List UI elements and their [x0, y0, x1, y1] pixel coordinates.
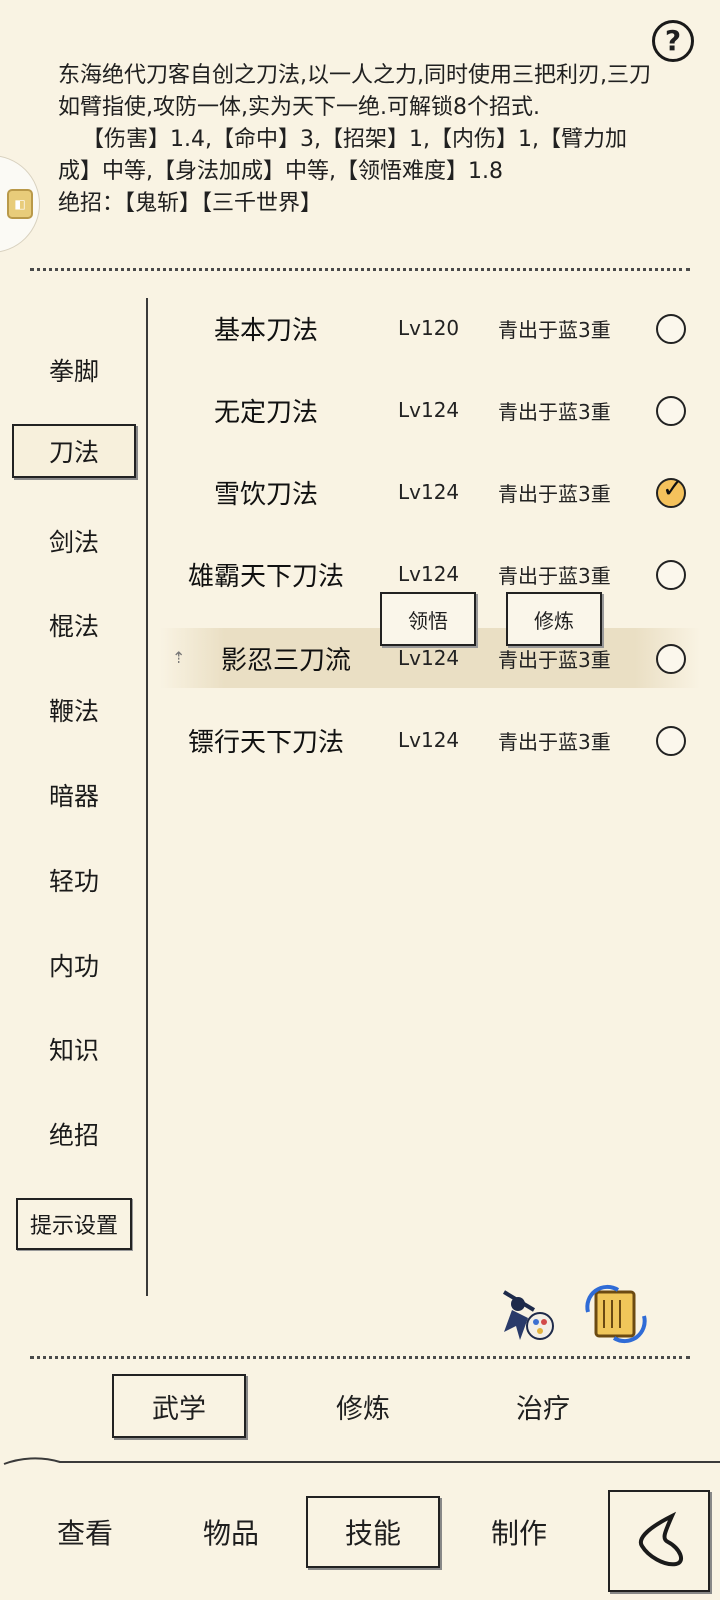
column-divider — [146, 298, 148, 1296]
skill-radio[interactable] — [656, 560, 686, 590]
hint-settings-button[interactable]: 提示设置 — [16, 1198, 132, 1250]
category-knowledge[interactable]: 知识 — [12, 1022, 136, 1076]
middle-divider — [30, 1356, 690, 1359]
checkmark-icon: ✓ — [662, 474, 684, 504]
category-blade[interactable]: 刀法 — [12, 424, 136, 478]
subtab-martial[interactable]: 武学 — [112, 1374, 246, 1438]
category-lightness[interactable]: 轻功 — [12, 853, 136, 907]
skill-radio[interactable] — [656, 726, 686, 756]
skill-rank: 青出于蓝3重 — [498, 317, 611, 342]
subtab-training[interactable]: 修炼 — [296, 1374, 430, 1438]
description-intro: 东海绝代刀客自创之刀法,以一人之力,同时使用三把利刃,三刀如臂指使,攻防一体,实… — [58, 63, 651, 120]
skill-rank: 青出于蓝3重 — [498, 481, 611, 506]
category-hidden-weapon[interactable]: 暗器 — [12, 768, 136, 822]
train-button[interactable]: 修炼 — [506, 592, 602, 646]
back-button[interactable] — [608, 1490, 710, 1592]
category-ultimate[interactable]: 绝招 — [12, 1107, 136, 1161]
ultimate-label: 绝招： — [58, 191, 125, 216]
skill-radio-checked[interactable]: ✓ — [656, 474, 686, 508]
nav-items[interactable]: 物品 — [164, 1496, 298, 1568]
skill-name: 无定刀法 — [213, 397, 318, 428]
skill-row-0[interactable]: 基本刀法 Lv120 青出于蓝3重 — [160, 298, 700, 358]
skill-level: Lv124 — [398, 398, 460, 422]
nav-craft[interactable]: 制作 — [452, 1496, 586, 1568]
subtab-healing[interactable]: 治疗 — [476, 1374, 610, 1438]
category-fist[interactable]: 拳脚 — [12, 343, 136, 397]
comprehend-button[interactable]: 领悟 — [380, 592, 476, 646]
skill-name: 影忍三刀流 — [220, 645, 351, 676]
skill-rank: 青出于蓝3重 — [498, 399, 611, 424]
ultimate-line: 绝招：【鬼斩】【三千世界】 — [58, 188, 658, 220]
skill-level: Lv124 — [398, 728, 460, 752]
back-chevron-icon — [638, 1511, 684, 1567]
skill-rank: 青出于蓝3重 — [498, 729, 611, 754]
skill-name: 镖行天下刀法 — [187, 727, 344, 758]
description-stats: 【伤害】1.4,【命中】3,【招架】1,【内伤】1,【臂力加成】中等,【身法加成… — [58, 127, 627, 184]
swordsman-palette-icon[interactable] — [494, 1282, 558, 1346]
nav-view[interactable]: 查看 — [18, 1496, 152, 1568]
tile-icon: ◧ — [7, 189, 33, 219]
category-inner-power[interactable]: 内功 — [12, 938, 136, 992]
nav-skills[interactable]: 技能 — [306, 1496, 440, 1568]
question-mark-icon: ? — [664, 24, 682, 57]
skill-name: 基本刀法 — [213, 315, 318, 346]
skill-name: 雪饮刀法 — [213, 479, 318, 510]
ultimate-moves: 【鬼斩】【三千世界】 — [124, 191, 323, 216]
skill-radio[interactable] — [656, 396, 686, 426]
skill-description: 东海绝代刀客自创之刀法,以一人之力,同时使用三把利刃,三刀如臂指使,攻防一体,实… — [58, 60, 658, 220]
side-floating-badge[interactable]: ◧ — [0, 155, 40, 253]
scroll-swap-icon[interactable] — [584, 1282, 648, 1346]
category-staff[interactable]: 棍法 — [12, 598, 136, 652]
skill-radio[interactable] — [656, 644, 686, 674]
skill-level: Lv124 — [398, 480, 460, 504]
skill-row-1[interactable]: 无定刀法 Lv124 青出于蓝3重 — [160, 380, 700, 440]
ink-divider — [0, 1454, 720, 1470]
skill-level: Lv120 — [398, 316, 460, 340]
skill-radio[interactable] — [656, 314, 686, 344]
category-sword[interactable]: 剑法 — [12, 514, 136, 568]
skill-row-5[interactable]: 镖行天下刀法 Lv124 青出于蓝3重 — [160, 710, 700, 770]
category-whip[interactable]: 鞭法 — [12, 683, 136, 737]
skill-name: 雄霸天下刀法 — [187, 561, 344, 592]
help-button[interactable]: ? — [652, 20, 694, 62]
top-divider — [30, 268, 690, 271]
skill-row-2[interactable]: 雪饮刀法 Lv124 青出于蓝3重 ✓ — [160, 462, 700, 522]
